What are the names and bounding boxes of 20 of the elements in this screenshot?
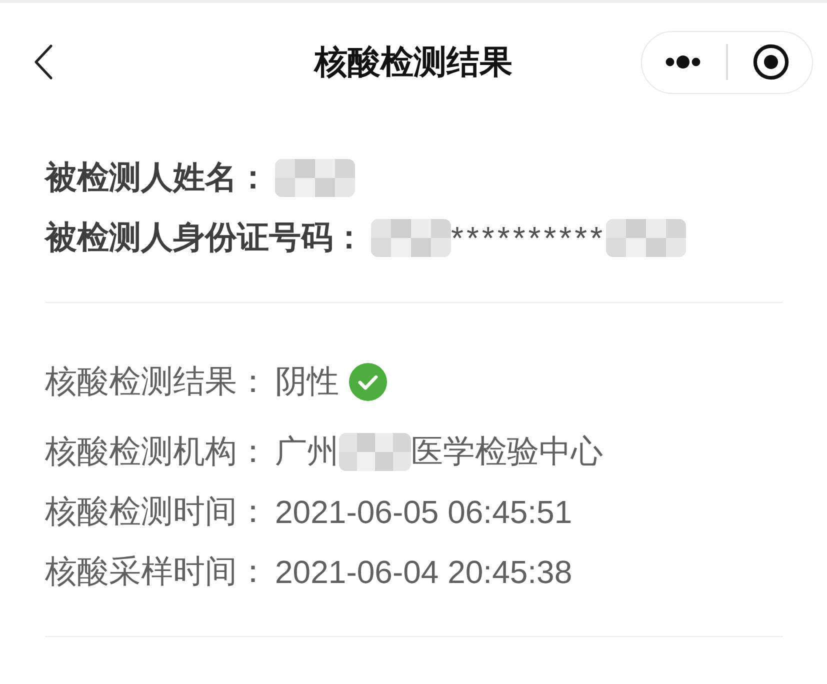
field-label: 核酸检测结果： [45,362,269,401]
check-circle-icon [349,363,387,401]
field-label: 被检测人姓名： [45,158,269,197]
more-dots-icon [664,55,701,69]
field-value: 广州 [275,432,339,471]
field-label: 核酸检测时间： [45,492,269,531]
field-value: 2021-06-04 20:45:38 [275,554,572,590]
field-value: 医学检验中心 [411,432,603,471]
redaction-block [339,433,411,471]
field-value: ********** [451,220,606,256]
close-button[interactable] [753,44,790,80]
more-button[interactable] [664,55,701,69]
target-circle-icon [753,44,790,80]
field-value: 2021-06-05 06:45:51 [275,494,572,530]
field-label: 被检测人身份证号码： [45,218,365,257]
field-label: 核酸检测机构： [45,432,269,471]
page-title: 核酸检测结果 [314,42,512,82]
field-value: 阴性 [275,362,339,401]
field-label: 核酸采样时间： [45,552,269,591]
back-chevron-icon [33,44,53,80]
